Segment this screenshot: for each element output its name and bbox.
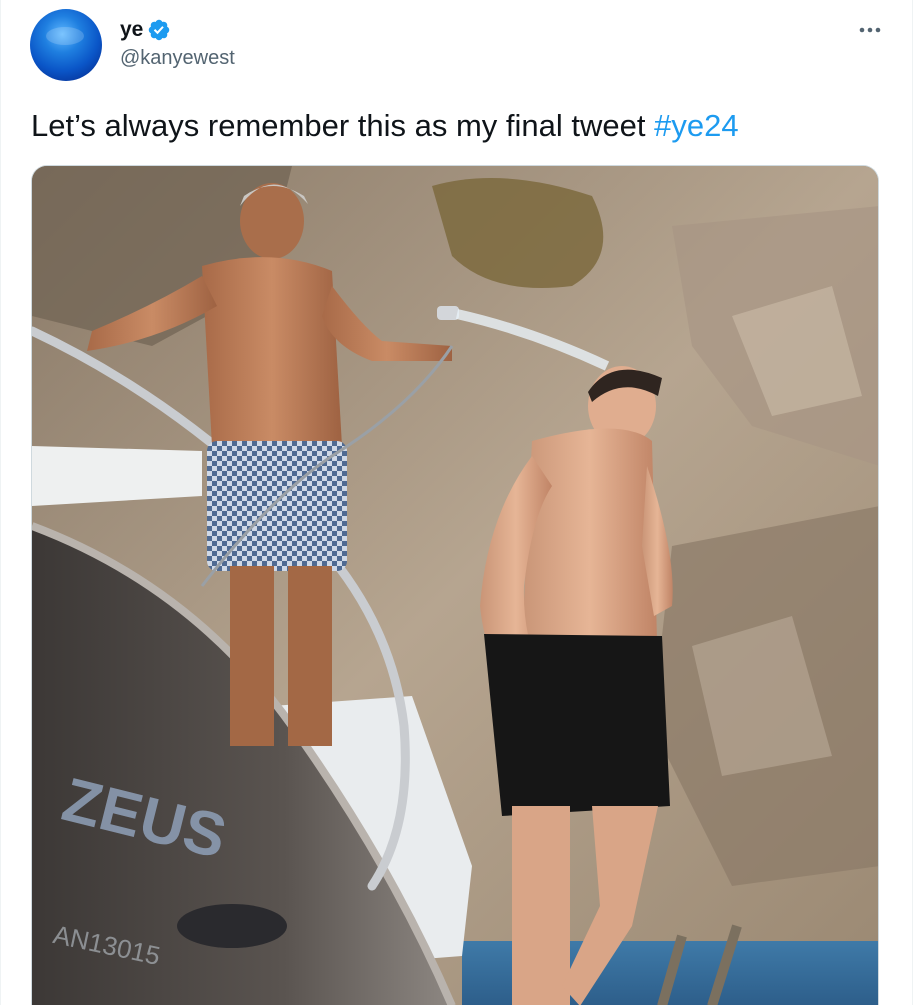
photo-shower-head (437, 306, 459, 320)
tweet-card: ye @kanyewest Let’s always remember this… (0, 0, 913, 1005)
photo-white-deck (32, 446, 202, 506)
author-name-text[interactable]: ye (120, 17, 143, 43)
photo-hull-emblem (177, 904, 287, 948)
avatar-glare (46, 27, 84, 45)
author-display-name: ye (120, 17, 235, 43)
hashtag-link[interactable]: #ye24 (654, 108, 738, 143)
tweet-body-text: Let’s always remember this as my final t… (31, 108, 655, 143)
tweet-text: Let’s always remember this as my final t… (31, 104, 739, 148)
author-avatar[interactable] (30, 9, 102, 81)
tweet-photo[interactable]: ZEUS AN13015 (31, 165, 879, 1005)
photo-illustration: ZEUS AN13015 (32, 166, 878, 1005)
more-options-icon (859, 27, 881, 33)
author-handle[interactable]: @kanyewest (120, 46, 235, 70)
tweet-header: ye @kanyewest (30, 9, 887, 81)
author-info: ye @kanyewest (120, 17, 235, 70)
verified-badge-icon (147, 18, 171, 42)
more-options-button[interactable] (853, 13, 887, 47)
